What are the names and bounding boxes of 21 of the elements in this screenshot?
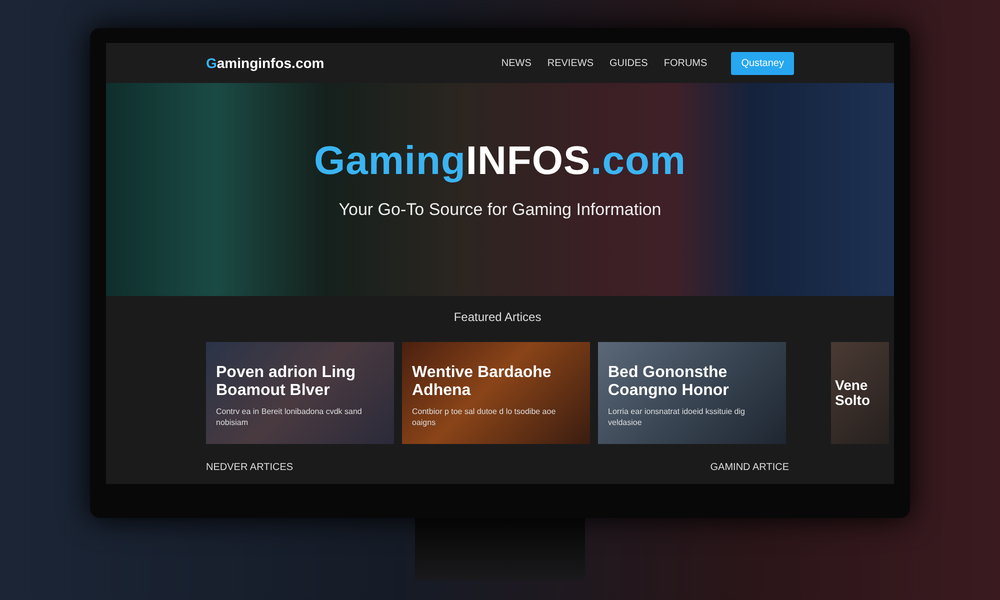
article-card[interactable]: Vene Solto: [831, 342, 889, 444]
site-logo[interactable]: Gaminginfos.com: [206, 52, 324, 74]
article-title: Wentive Bardaohe Adhena: [412, 364, 552, 400]
article-card[interactable]: Wentive Bardaohe Adhena Contbior p toe sal dutoe d lo tsodibe aoe oaigns: [402, 342, 590, 444]
article-title: Poven adrion Ling Boamout Blver: [216, 364, 357, 400]
article-title: Vene Solto: [835, 378, 871, 408]
article-card[interactable]: Bed Gononsthe Coangno Honor Lorria ear ionsnatrat idoeid kssituie dig veldasioe: [598, 342, 786, 444]
nav-link[interactable]: NEWS: [501, 56, 532, 70]
article-title: Bed Gononsthe Coangno Honor: [608, 364, 730, 400]
nav-link[interactable]: FORUMS: [664, 56, 708, 70]
nav-link[interactable]: REVIEWS: [547, 56, 594, 70]
article-excerpt: Contrv ea in Bereit lonibadona cvdk sand nobisiam: [216, 407, 363, 428]
section-heading: Featured Artices: [452, 309, 542, 326]
article-card[interactable]: Poven adrion Ling Boamout Blver Contrv ea in Bereit lonibadona cvdk sand nobisiam: [206, 342, 394, 444]
section-label: NEDVER ARTICES: [206, 461, 294, 475]
nav-link[interactable]: GUIDES: [610, 56, 648, 70]
article-excerpt: Contbior p toe sal dutoe d lo tsodibe aoe oaigns: [412, 407, 557, 428]
article-excerpt: Lorria ear ionsnatrat idoeid kssituie dig veldasioe: [608, 407, 746, 428]
hero-title: GamingINFOS.com: [314, 140, 686, 181]
hero-subtitle: Your Go-To Source for Gaming Information: [338, 198, 662, 221]
section-label: GAMIND ARTICE: [710, 461, 789, 475]
